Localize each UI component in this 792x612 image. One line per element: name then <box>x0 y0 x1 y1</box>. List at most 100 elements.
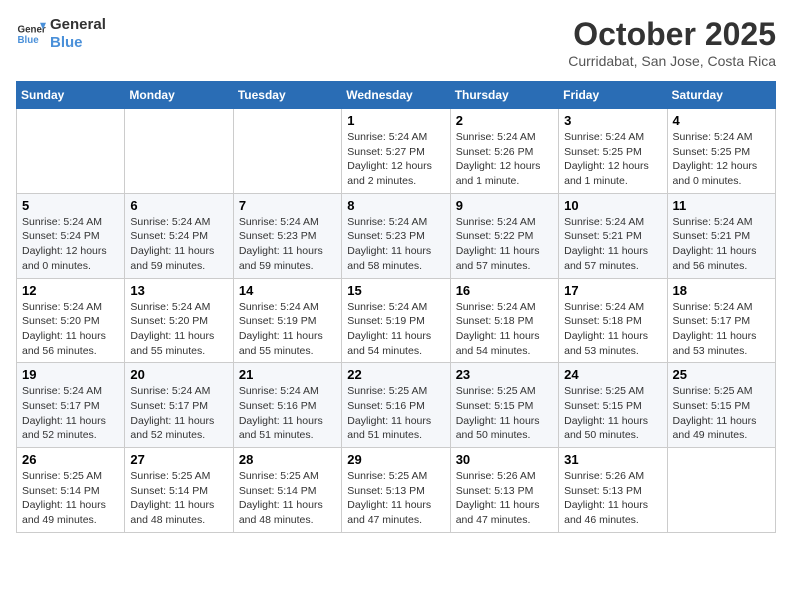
day-info: Sunrise: 5:25 AM Sunset: 5:15 PM Dayligh… <box>564 384 661 443</box>
day-info: Sunrise: 5:24 AM Sunset: 5:17 PM Dayligh… <box>22 384 119 443</box>
calendar-cell: 7 Sunrise: 5:24 AM Sunset: 5:23 PM Daylig… <box>233 193 341 278</box>
calendar-cell: 21 Sunrise: 5:24 AM Sunset: 5:16 PM Dayli… <box>233 363 341 448</box>
day-number: 24 <box>564 367 661 382</box>
day-number: 18 <box>673 283 770 298</box>
calendar-week-row: 5 Sunrise: 5:24 AM Sunset: 5:24 PM Daylig… <box>17 193 776 278</box>
day-info: Sunrise: 5:24 AM Sunset: 5:17 PM Dayligh… <box>673 300 770 359</box>
day-info: Sunrise: 5:24 AM Sunset: 5:16 PM Dayligh… <box>239 384 336 443</box>
calendar-cell: 15 Sunrise: 5:24 AM Sunset: 5:19 PM Dayli… <box>342 278 450 363</box>
weekday-header: Sunday <box>17 82 125 109</box>
weekday-header: Saturday <box>667 82 775 109</box>
calendar-body: 1 Sunrise: 5:24 AM Sunset: 5:27 PM Daylig… <box>17 109 776 533</box>
day-number: 3 <box>564 113 661 128</box>
calendar-cell: 25 Sunrise: 5:25 AM Sunset: 5:15 PM Dayli… <box>667 363 775 448</box>
day-number: 16 <box>456 283 553 298</box>
day-info: Sunrise: 5:24 AM Sunset: 5:23 PM Dayligh… <box>239 215 336 274</box>
calendar-cell: 11 Sunrise: 5:24 AM Sunset: 5:21 PM Dayli… <box>667 193 775 278</box>
day-number: 29 <box>347 452 444 467</box>
day-number: 30 <box>456 452 553 467</box>
title-block: October 2025 Curridabat, San Jose, Costa… <box>568 16 776 69</box>
day-number: 15 <box>347 283 444 298</box>
day-number: 6 <box>130 198 227 213</box>
logo-line1: General <box>50 16 106 34</box>
day-info: Sunrise: 5:25 AM Sunset: 5:15 PM Dayligh… <box>673 384 770 443</box>
weekday-header: Tuesday <box>233 82 341 109</box>
day-number: 4 <box>673 113 770 128</box>
day-number: 19 <box>22 367 119 382</box>
weekday-header: Monday <box>125 82 233 109</box>
calendar-cell: 28 Sunrise: 5:25 AM Sunset: 5:14 PM Dayli… <box>233 448 341 533</box>
calendar-header-row: SundayMondayTuesdayWednesdayThursdayFrid… <box>17 82 776 109</box>
day-number: 10 <box>564 198 661 213</box>
calendar-cell: 4 Sunrise: 5:24 AM Sunset: 5:25 PM Daylig… <box>667 109 775 194</box>
day-info: Sunrise: 5:24 AM Sunset: 5:18 PM Dayligh… <box>456 300 553 359</box>
page-header: General Blue General Blue October 2025 C… <box>16 16 776 69</box>
day-info: Sunrise: 5:24 AM Sunset: 5:25 PM Dayligh… <box>673 130 770 189</box>
calendar-cell: 12 Sunrise: 5:24 AM Sunset: 5:20 PM Dayli… <box>17 278 125 363</box>
day-info: Sunrise: 5:24 AM Sunset: 5:20 PM Dayligh… <box>22 300 119 359</box>
logo-line2: Blue <box>50 34 106 52</box>
day-info: Sunrise: 5:24 AM Sunset: 5:27 PM Dayligh… <box>347 130 444 189</box>
calendar-cell: 3 Sunrise: 5:24 AM Sunset: 5:25 PM Daylig… <box>559 109 667 194</box>
day-number: 21 <box>239 367 336 382</box>
weekday-header: Friday <box>559 82 667 109</box>
day-info: Sunrise: 5:25 AM Sunset: 5:14 PM Dayligh… <box>239 469 336 528</box>
calendar-week-row: 26 Sunrise: 5:25 AM Sunset: 5:14 PM Dayli… <box>17 448 776 533</box>
calendar-week-row: 19 Sunrise: 5:24 AM Sunset: 5:17 PM Dayli… <box>17 363 776 448</box>
calendar-cell: 29 Sunrise: 5:25 AM Sunset: 5:13 PM Dayli… <box>342 448 450 533</box>
day-number: 13 <box>130 283 227 298</box>
day-number: 5 <box>22 198 119 213</box>
calendar-cell: 18 Sunrise: 5:24 AM Sunset: 5:17 PM Dayli… <box>667 278 775 363</box>
calendar-cell <box>125 109 233 194</box>
calendar-cell: 27 Sunrise: 5:25 AM Sunset: 5:14 PM Dayli… <box>125 448 233 533</box>
svg-text:Blue: Blue <box>18 35 40 46</box>
day-number: 8 <box>347 198 444 213</box>
calendar-cell: 13 Sunrise: 5:24 AM Sunset: 5:20 PM Dayli… <box>125 278 233 363</box>
day-number: 12 <box>22 283 119 298</box>
day-info: Sunrise: 5:24 AM Sunset: 5:19 PM Dayligh… <box>347 300 444 359</box>
calendar-cell: 19 Sunrise: 5:24 AM Sunset: 5:17 PM Dayli… <box>17 363 125 448</box>
calendar-cell: 8 Sunrise: 5:24 AM Sunset: 5:23 PM Daylig… <box>342 193 450 278</box>
day-info: Sunrise: 5:25 AM Sunset: 5:15 PM Dayligh… <box>456 384 553 443</box>
day-number: 28 <box>239 452 336 467</box>
calendar-table: SundayMondayTuesdayWednesdayThursdayFrid… <box>16 81 776 533</box>
day-number: 11 <box>673 198 770 213</box>
day-info: Sunrise: 5:24 AM Sunset: 5:17 PM Dayligh… <box>130 384 227 443</box>
day-info: Sunrise: 5:24 AM Sunset: 5:25 PM Dayligh… <box>564 130 661 189</box>
day-info: Sunrise: 5:26 AM Sunset: 5:13 PM Dayligh… <box>564 469 661 528</box>
day-info: Sunrise: 5:25 AM Sunset: 5:16 PM Dayligh… <box>347 384 444 443</box>
calendar-week-row: 12 Sunrise: 5:24 AM Sunset: 5:20 PM Dayli… <box>17 278 776 363</box>
calendar-cell: 10 Sunrise: 5:24 AM Sunset: 5:21 PM Dayli… <box>559 193 667 278</box>
day-info: Sunrise: 5:24 AM Sunset: 5:26 PM Dayligh… <box>456 130 553 189</box>
day-info: Sunrise: 5:25 AM Sunset: 5:13 PM Dayligh… <box>347 469 444 528</box>
day-info: Sunrise: 5:24 AM Sunset: 5:19 PM Dayligh… <box>239 300 336 359</box>
day-info: Sunrise: 5:24 AM Sunset: 5:24 PM Dayligh… <box>130 215 227 274</box>
calendar-cell: 26 Sunrise: 5:25 AM Sunset: 5:14 PM Dayli… <box>17 448 125 533</box>
location-subtitle: Curridabat, San Jose, Costa Rica <box>568 53 776 69</box>
day-info: Sunrise: 5:24 AM Sunset: 5:21 PM Dayligh… <box>673 215 770 274</box>
day-number: 7 <box>239 198 336 213</box>
day-number: 22 <box>347 367 444 382</box>
calendar-cell: 23Sunrise: 5:25 AM Sunset: 5:15 PM Dayli… <box>450 363 558 448</box>
day-number: 26 <box>22 452 119 467</box>
logo: General Blue General Blue <box>16 16 106 52</box>
calendar-cell: 2 Sunrise: 5:24 AM Sunset: 5:26 PM Daylig… <box>450 109 558 194</box>
calendar-cell <box>233 109 341 194</box>
weekday-header: Thursday <box>450 82 558 109</box>
month-title: October 2025 <box>568 16 776 53</box>
day-info: Sunrise: 5:24 AM Sunset: 5:21 PM Dayligh… <box>564 215 661 274</box>
day-number: 1 <box>347 113 444 128</box>
calendar-cell <box>667 448 775 533</box>
day-info: Sunrise: 5:24 AM Sunset: 5:20 PM Dayligh… <box>130 300 227 359</box>
calendar-cell: 1 Sunrise: 5:24 AM Sunset: 5:27 PM Daylig… <box>342 109 450 194</box>
day-info: Sunrise: 5:25 AM Sunset: 5:14 PM Dayligh… <box>130 469 227 528</box>
calendar-cell: 30Sunrise: 5:26 AM Sunset: 5:13 PM Dayli… <box>450 448 558 533</box>
day-number: 9 <box>456 198 553 213</box>
day-number: 2 <box>456 113 553 128</box>
day-number: 31 <box>564 452 661 467</box>
calendar-cell: 5Sunrise: 5:24 AM Sunset: 5:24 PM Daylig… <box>17 193 125 278</box>
day-number: 27 <box>130 452 227 467</box>
day-info: Sunrise: 5:24 AM Sunset: 5:23 PM Dayligh… <box>347 215 444 274</box>
day-number: 25 <box>673 367 770 382</box>
day-info: Sunrise: 5:25 AM Sunset: 5:14 PM Dayligh… <box>22 469 119 528</box>
